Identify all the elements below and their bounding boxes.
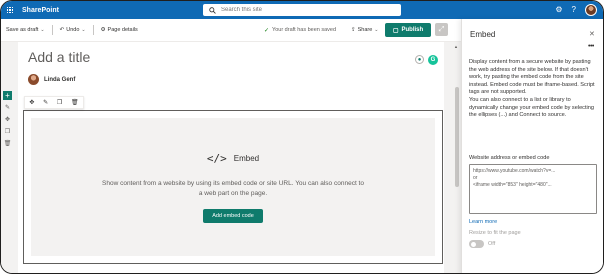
lightbulb-icon[interactable]: ● (415, 55, 424, 64)
code-icon: </> (206, 152, 227, 165)
command-bar: Save as draft ⌄ ↶ Undo ⌄ ⚙ Page details … (1, 19, 461, 42)
share-label: Share (357, 27, 373, 33)
add-section-icon[interactable]: + (3, 91, 12, 100)
close-icon[interactable]: ✕ (589, 30, 595, 38)
embed-code-field[interactable]: https://www.youtube.com/watch?v=... or <… (469, 164, 597, 214)
webpart-toolbar: ✥ ✎ ❐ 🗑 (24, 96, 84, 109)
publish-label: Publish (401, 27, 424, 33)
sharepoint-window: SharePoint ⚙ ? Save as draft ⌄ ↶ Undo ⌄ … (0, 0, 604, 274)
author-name: Linda Genf (44, 76, 76, 83)
search-box[interactable] (203, 4, 401, 16)
add-embed-code-button[interactable]: Add embed code (203, 209, 263, 223)
page-details-label: Page details (107, 27, 138, 33)
resize-label: Resize to fit the page (469, 230, 521, 236)
save-as-draft-label: Save as draft (6, 27, 39, 33)
duplicate-icon[interactable]: ❐ (57, 99, 62, 106)
user-avatar[interactable] (585, 4, 597, 16)
search-icon (209, 6, 216, 14)
undo-button[interactable]: ↶ Undo ⌄ (55, 27, 91, 33)
pane-title: Embed (470, 30, 496, 39)
toggle-state-label: Off (488, 241, 496, 247)
undo-icon: ↶ (59, 27, 65, 33)
chevron-down-icon: ⌄ (374, 27, 379, 33)
pane-description: Display content from a secure website by… (469, 59, 595, 96)
duplicate-section-icon[interactable]: ❐ (5, 127, 10, 136)
page-title-input[interactable]: Add a title (28, 49, 90, 65)
share-button[interactable]: ⇪ Share ⌄ (346, 27, 384, 33)
grammarly-icon[interactable]: G (428, 55, 438, 65)
embed-description: Show content from a website by using its… (102, 180, 364, 197)
embed-field-label: Website address or embed code (469, 155, 550, 161)
placeholder-line: https://www.youtube.com/watch?v=... (473, 168, 556, 174)
gear-icon: ⚙ (100, 27, 106, 33)
publish-icon: ▢ (392, 27, 399, 34)
toggle-knob (470, 241, 476, 247)
section-toolbar: + ✎ ✥ ❐ 🗑 (1, 91, 14, 148)
divider (51, 25, 53, 35)
learn-more-link[interactable]: Learn more (469, 219, 497, 225)
pane-connect-description: You can also connect to a list or librar… (469, 97, 594, 119)
more-options-icon[interactable]: ••• (588, 43, 594, 50)
resize-toggle[interactable] (469, 240, 484, 248)
chevron-down-icon: ⌄ (81, 27, 86, 33)
expand-icon[interactable]: ⤢ (435, 23, 448, 36)
suite-bar: SharePoint ⚙ ? (1, 1, 603, 19)
scroll-up-icon[interactable]: ▲ (454, 44, 458, 49)
delete-section-icon[interactable]: 🗑 (4, 139, 12, 148)
embed-heading: Embed (233, 154, 260, 163)
scroll-thumb[interactable] (455, 87, 459, 187)
page-details-button[interactable]: ⚙ Page details (96, 27, 143, 33)
edit-section-icon[interactable]: ✎ (5, 103, 10, 112)
share-icon: ⇪ (351, 27, 356, 33)
placeholder-line: or (473, 175, 478, 181)
settings-icon[interactable]: ⚙ (555, 6, 562, 14)
placeholder-line: <iframe width="853" height="480"... (473, 182, 552, 188)
embed-header: </> Embed (31, 152, 435, 165)
move-section-icon[interactable]: ✥ (5, 115, 10, 124)
save-as-draft-button[interactable]: Save as draft ⌄ (1, 27, 50, 33)
waffle-icon[interactable] (1, 1, 19, 19)
canvas-scrollbar[interactable]: ▲ (453, 42, 461, 273)
divider (92, 25, 94, 35)
search-input[interactable] (221, 7, 391, 13)
author-avatar (28, 74, 39, 85)
draft-status: ✓ Your draft has been saved (259, 27, 341, 34)
move-icon[interactable]: ✥ (29, 99, 34, 106)
edit-icon[interactable]: ✎ (43, 99, 48, 106)
author-byline: Linda Genf (28, 74, 75, 85)
embed-webpart[interactable]: </> Embed Show content from a website by… (31, 118, 435, 256)
draft-status-text: Your draft has been saved (272, 27, 337, 33)
publish-button[interactable]: ▢ Publish (385, 23, 431, 37)
checkmark-icon: ✓ (264, 27, 270, 34)
undo-label: Undo (66, 27, 80, 33)
property-pane: Embed ✕ ••• Display content from a secur… (461, 19, 603, 273)
help-icon[interactable]: ? (572, 6, 576, 14)
chevron-down-icon: ⌄ (40, 27, 45, 33)
app-name[interactable]: SharePoint (22, 7, 59, 14)
delete-icon[interactable]: 🗑 (71, 99, 79, 106)
